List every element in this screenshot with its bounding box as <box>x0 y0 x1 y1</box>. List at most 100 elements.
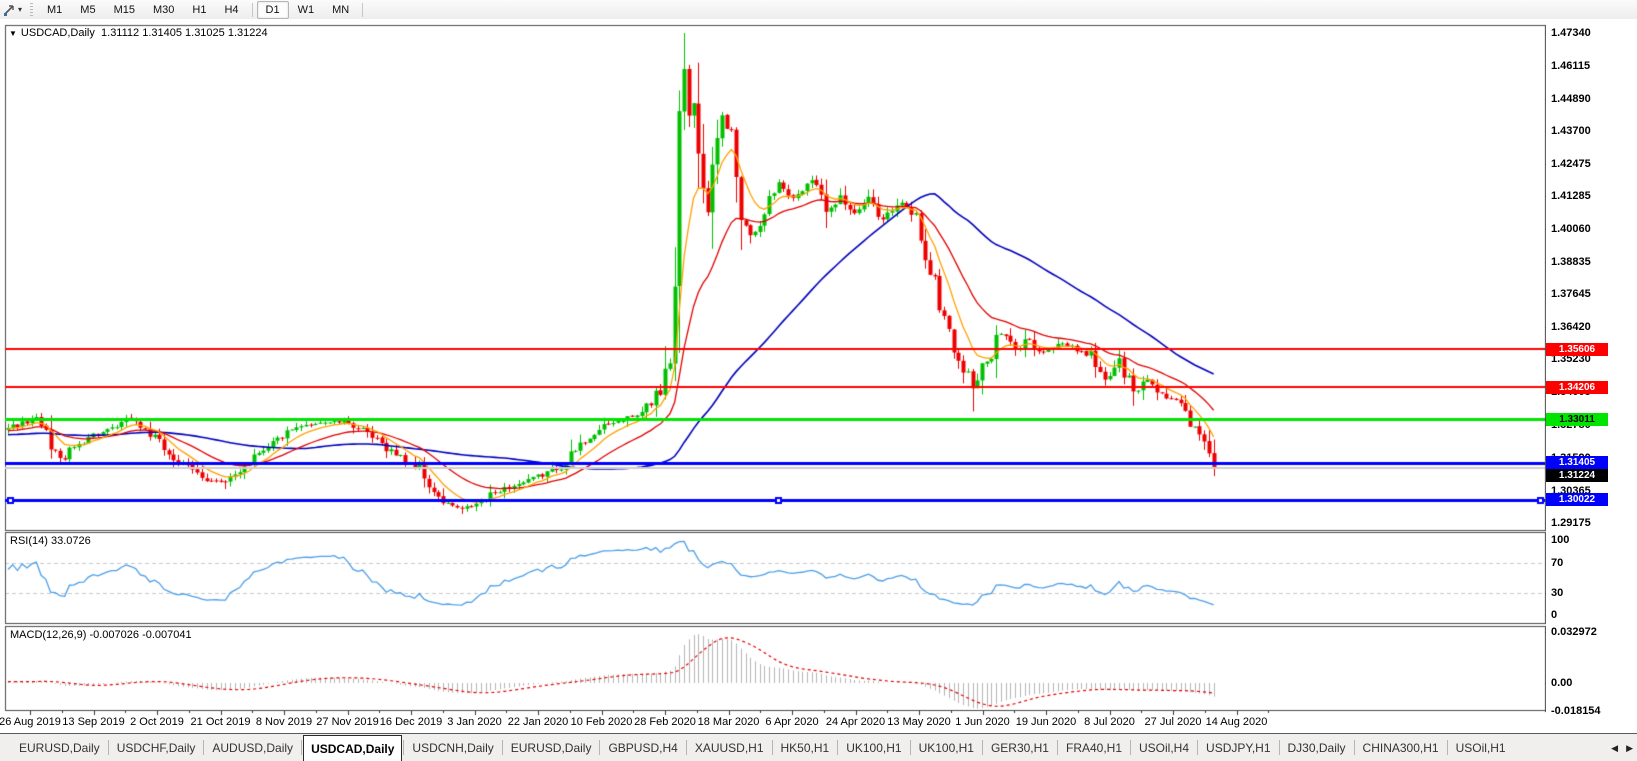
timeframe-button-m1[interactable]: M1 <box>38 1 71 19</box>
tab-separator <box>837 740 839 755</box>
timeframe-button-h4[interactable]: H4 <box>215 1 247 19</box>
price-chart-canvas[interactable] <box>0 19 1546 733</box>
date-label: 16 Dec 2019 <box>379 716 443 728</box>
timeframe-button-mn[interactable]: MN <box>323 1 358 19</box>
tab-separator <box>1130 740 1132 755</box>
tab-separator <box>203 740 205 755</box>
symbol-tab-dj30-daily[interactable]: DJ30,Daily <box>1281 734 1353 761</box>
symbol-tab-eurusd-daily[interactable]: EURUSD,Daily <box>12 734 107 761</box>
price-axis-label: 1.46115 <box>1551 60 1591 73</box>
symbol-tab-audusd-daily[interactable]: AUDUSD,Daily <box>205 734 300 761</box>
price-badge: 1.31224 <box>1546 469 1608 482</box>
timeframe-button-m5[interactable]: M5 <box>71 1 104 19</box>
symbol-tab-usdchf-daily[interactable]: USDCHF,Daily <box>110 734 203 761</box>
date-label: 13 May 2020 <box>887 716 951 728</box>
timeframe-button-m15[interactable]: M15 <box>105 1 144 19</box>
date-label: 19 Jun 2020 <box>1015 716 1077 728</box>
date-label: 8 Jul 2020 <box>1084 716 1135 728</box>
symbol-tab-fra40-h1[interactable]: FRA40,H1 <box>1059 734 1129 761</box>
tab-separator <box>771 740 773 755</box>
symbol-tab-usdjpy-h1[interactable]: USDJPY,H1 <box>1199 734 1277 761</box>
symbol-tab-gbpusd-h4[interactable]: GBPUSD,H4 <box>601 734 684 761</box>
date-label: 8 Nov 2019 <box>255 716 313 728</box>
chart-ohlc-values: 1.31112 1.31405 1.31025 1.31224 <box>101 27 268 39</box>
timeframe-button-group: M1 M5 M15 M30 H1 H4 D1 W1 MN <box>38 0 367 19</box>
price-badge: 1.33011 <box>1546 412 1608 426</box>
tab-separator <box>403 740 405 755</box>
macd-indicator-label: MACD(12,26,9) -0.007026 -0.007041 <box>10 629 192 641</box>
chart-symbol-period: USDCAD,Daily <box>20 27 95 39</box>
date-label: 18 Mar 2020 <box>697 716 760 728</box>
price-badge: 1.30022 <box>1546 493 1608 507</box>
tab-separator <box>1056 740 1058 755</box>
date-label: 22 Jan 2020 <box>507 716 569 728</box>
chart-dropdown-icon[interactable]: ▼ <box>9 29 17 38</box>
symbol-tab-china300-h1[interactable]: CHINA300,H1 <box>1356 734 1446 761</box>
rsi-axis-label: 30 <box>1551 586 1564 599</box>
tab-separator <box>909 740 911 755</box>
mt4-window: ▾ M1 M5 M15 M30 H1 H4 D1 W1 MN ▼ USDCAD,Daily 1.3… <box>0 0 1637 761</box>
timeframe-button-h1[interactable]: H1 <box>183 1 215 19</box>
tab-separator <box>501 740 503 755</box>
macd-axis-label: -0.018154 <box>1551 705 1601 718</box>
date-label: 2 Oct 2019 <box>130 716 184 728</box>
date-label: 13 Sep 2019 <box>62 716 125 728</box>
price-axis-label: 1.36420 <box>1551 321 1591 334</box>
chart-window: ▼ USDCAD,Daily 1.31112 1.31405 1.31025 1.… <box>0 19 1637 733</box>
rsi-axis-label: 0 <box>1551 609 1558 621</box>
tab-separator <box>1353 740 1355 755</box>
chart-title: ▼ USDCAD,Daily 1.31112 1.31405 1.31025 1.… <box>9 27 268 39</box>
symbol-tab-ger30-h1[interactable]: GER30,H1 <box>984 734 1056 761</box>
tab-scroll-left-icon[interactable]: ◀ <box>1611 743 1618 754</box>
price-axis-label: 1.29175 <box>1551 516 1591 529</box>
price-axis-label: 1.37645 <box>1551 288 1591 301</box>
timeframe-button-d1[interactable]: D1 <box>256 0 289 19</box>
tab-scroll-right-icon[interactable]: ▶ <box>1626 743 1633 754</box>
tab-separator <box>1446 740 1448 755</box>
price-badge: 1.34206 <box>1546 380 1608 394</box>
timeframe-button-m30[interactable]: M30 <box>144 1 183 19</box>
rsi-axis-label: 70 <box>1551 556 1564 569</box>
date-label: 26 Aug 2019 <box>0 716 61 728</box>
toolbar-separator <box>362 2 364 17</box>
date-label: 1 Jun 2020 <box>955 716 1010 728</box>
date-label: 21 Oct 2019 <box>190 716 251 728</box>
tab-separator <box>1197 740 1199 755</box>
macd-axis-label: 0.032972 <box>1551 625 1597 638</box>
date-label: 24 Apr 2020 <box>825 716 886 728</box>
date-label: 3 Jan 2020 <box>447 716 502 728</box>
price-badge: 1.35606 <box>1546 342 1608 356</box>
price-badge: 1.31405 <box>1546 456 1608 469</box>
price-axis-label: 1.47340 <box>1551 27 1591 39</box>
toolbar: ▾ M1 M5 M15 M30 H1 H4 D1 W1 MN <box>0 0 1637 20</box>
tab-separator <box>981 740 983 755</box>
rsi-axis-label: 100 <box>1551 534 1570 546</box>
tab-separator <box>107 740 109 755</box>
symbol-tab-bar: EURUSD,Daily USDCHF,Daily AUDUSD,Daily USDC… <box>0 733 1637 761</box>
symbol-tab-hk50-h1[interactable]: HK50,H1 <box>774 734 837 761</box>
symbol-tab-uk100-h1[interactable]: UK100,H1 <box>912 734 981 761</box>
tab-separator <box>685 740 687 755</box>
date-label: 10 Feb 2020 <box>570 716 633 728</box>
dropdown-caret-icon[interactable]: ▾ <box>18 5 22 14</box>
toolbar-separator <box>251 2 253 17</box>
symbol-tab-usdcad-daily[interactable]: USDCAD,Daily <box>303 735 403 761</box>
timeframe-button-w1[interactable]: W1 <box>289 1 324 19</box>
macd-axis-label: 0.00 <box>1551 677 1573 689</box>
symbol-tab-uk100-h1[interactable]: UK100,H1 <box>839 734 908 761</box>
crosshair-cursor-tool-icon[interactable] <box>1 2 17 17</box>
price-axis-label: 1.41285 <box>1551 190 1591 203</box>
tab-separator <box>301 740 303 755</box>
toolbar-grip <box>30 3 34 16</box>
date-label: 6 Apr 2020 <box>765 716 819 728</box>
price-axis-label: 1.44890 <box>1551 93 1591 106</box>
tab-separator <box>1278 740 1280 755</box>
date-label: 14 Aug 2020 <box>1205 716 1268 728</box>
symbol-tab-xauusd-h1[interactable]: XAUUSD,H1 <box>688 734 771 761</box>
symbol-tab-usdcnh-daily[interactable]: USDCNH,Daily <box>405 734 500 761</box>
date-label: 27 Nov 2019 <box>316 716 379 728</box>
symbol-tab-usoil-h1[interactable]: USOil,H1 <box>1449 734 1513 761</box>
symbol-tab-usoil-h4[interactable]: USOil,H4 <box>1132 734 1196 761</box>
date-label: 28 Feb 2020 <box>634 716 696 728</box>
symbol-tab-eurusd-daily[interactable]: EURUSD,Daily <box>504 734 599 761</box>
